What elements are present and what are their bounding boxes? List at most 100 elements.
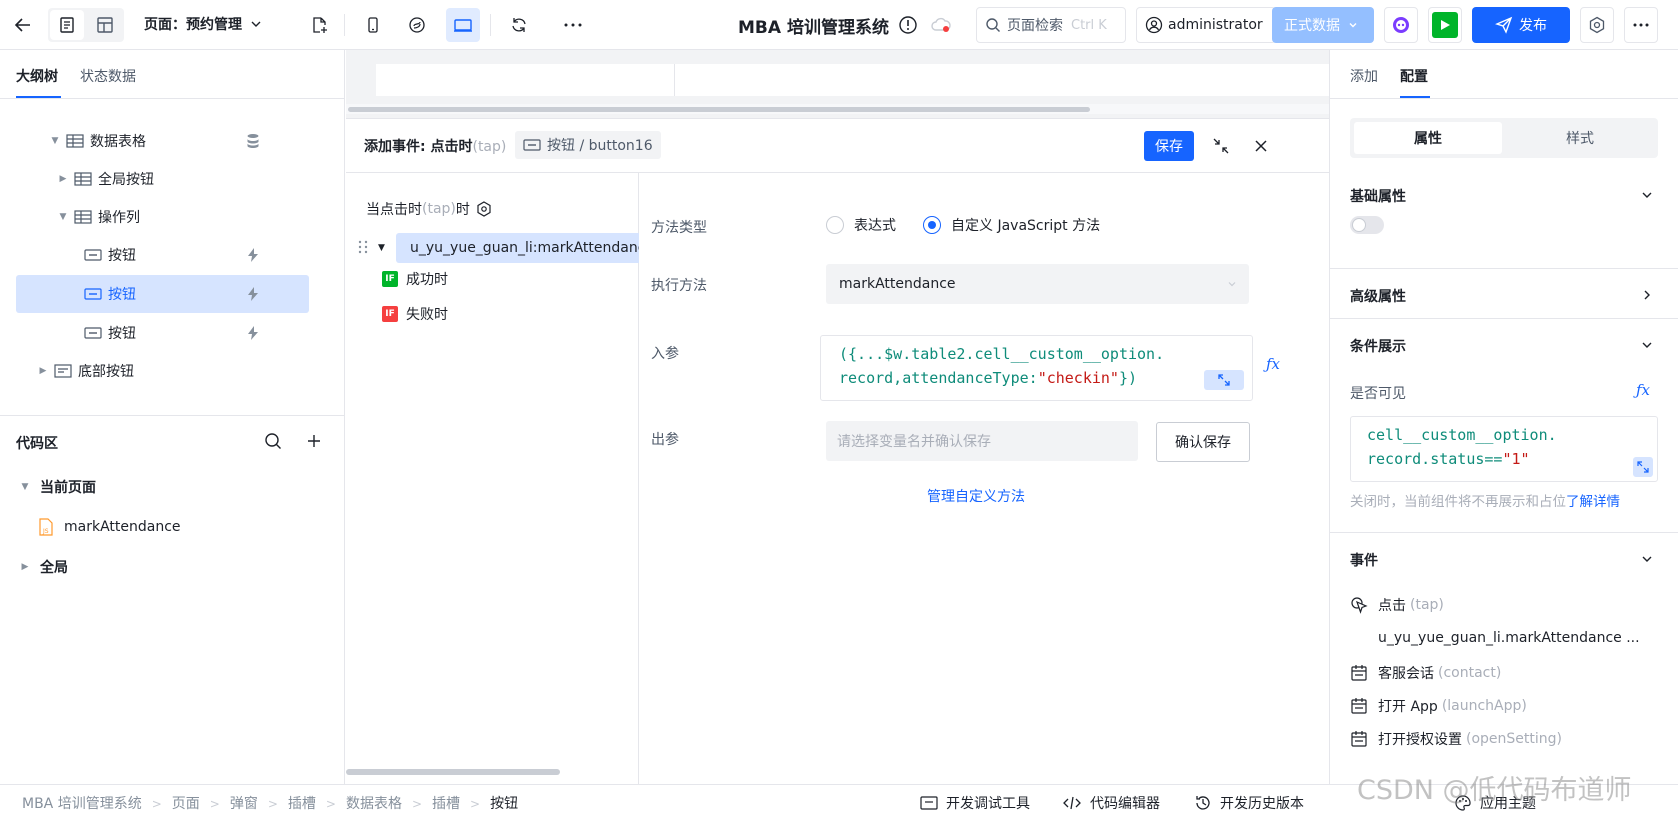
settings-icon[interactable] bbox=[476, 201, 492, 217]
confirm-save-button[interactable]: 确认保存 bbox=[1156, 422, 1250, 462]
success-branch[interactable]: IF 成功时 bbox=[382, 269, 448, 289]
fx-icon[interactable]: ƒx bbox=[1636, 381, 1650, 399]
table-icon bbox=[66, 134, 84, 148]
ai-assistant-icon[interactable] bbox=[1384, 7, 1418, 43]
outline-view-icon[interactable] bbox=[50, 10, 84, 40]
breadcrumb-item[interactable]: 数据表格 bbox=[346, 793, 402, 813]
breadcrumb-item[interactable]: MBA 培训管理系统 bbox=[22, 793, 142, 813]
action-item[interactable]: u_yu_yue_guan_li:markAttendance bbox=[396, 233, 639, 263]
history-button[interactable]: 开发历史版本 bbox=[1194, 793, 1304, 813]
add-page-icon[interactable] bbox=[302, 8, 336, 42]
close-icon[interactable] bbox=[1252, 137, 1270, 155]
visible-condition-editor[interactable]: cell__custom__option. record.status=="1" bbox=[1350, 416, 1658, 482]
radio-custom-js[interactable]: 自定义 JavaScript 方法 bbox=[923, 215, 1100, 235]
add-icon[interactable] bbox=[305, 432, 323, 450]
info-icon[interactable] bbox=[898, 15, 918, 35]
app-theme-button[interactable]: 应用主题 bbox=[1454, 793, 1536, 813]
seg-properties[interactable]: 属性 bbox=[1354, 122, 1502, 154]
event-title-code: (tap) bbox=[472, 139, 507, 155]
mobile-preview-icon[interactable] bbox=[356, 8, 390, 42]
flow-scrollbar[interactable] bbox=[346, 769, 560, 775]
publish-button[interactable]: 发布 bbox=[1472, 7, 1570, 43]
settings-icon[interactable] bbox=[1580, 7, 1614, 43]
chevron-down-icon[interactable] bbox=[1640, 552, 1654, 566]
seg-styles[interactable]: 样式 bbox=[1506, 122, 1654, 154]
back-arrow-icon[interactable] bbox=[6, 8, 40, 42]
history-icon bbox=[1194, 794, 1212, 812]
tree-node-button-3[interactable]: 按钮 bbox=[84, 314, 260, 352]
radio-off-icon bbox=[826, 216, 844, 234]
output-params-input[interactable]: 请选择变量名并确认保存 bbox=[826, 421, 1138, 461]
toggle-switch[interactable] bbox=[1350, 216, 1384, 234]
breadcrumb-item[interactable]: 插槽 bbox=[288, 793, 316, 813]
learn-more-link[interactable]: 了解详情 bbox=[1566, 494, 1620, 510]
tab-config[interactable]: 配置 bbox=[1400, 66, 1428, 86]
event-bolt-icon[interactable] bbox=[246, 286, 260, 302]
cloud-sync-icon[interactable] bbox=[930, 15, 952, 35]
expand-editor-icon[interactable] bbox=[1633, 457, 1653, 477]
tab-state-data[interactable]: 状态数据 bbox=[80, 66, 136, 86]
tree-node-data-table[interactable]: ▼ 数据表格 bbox=[50, 122, 260, 160]
basic-props-title[interactable]: 基础属性 bbox=[1350, 186, 1406, 206]
breadcrumb-item[interactable]: 页面 bbox=[172, 793, 200, 813]
event-contact[interactable]: 客服会话 (contact) bbox=[1350, 663, 1501, 683]
desktop-preview-icon[interactable] bbox=[446, 8, 480, 42]
breadcrumb-item[interactable]: 插槽 bbox=[432, 793, 460, 813]
chevron-down-icon[interactable] bbox=[1640, 338, 1654, 352]
fx-icon[interactable]: ƒx bbox=[1266, 355, 1280, 373]
run-preview-button[interactable] bbox=[1428, 7, 1462, 43]
code-file-mark-attendance[interactable]: JS markAttendance bbox=[38, 508, 181, 546]
event-bolt-icon[interactable] bbox=[246, 247, 260, 263]
env-selector[interactable]: 正式数据 bbox=[1272, 7, 1374, 43]
advanced-props-title[interactable]: 高级属性 bbox=[1350, 286, 1406, 306]
tree-node-button-1[interactable]: 按钮 bbox=[84, 236, 260, 274]
refresh-icon[interactable] bbox=[502, 8, 536, 42]
fail-branch[interactable]: IF 失败时 bbox=[382, 304, 448, 324]
code-group-current-page[interactable]: ▼ 当前页面 bbox=[20, 468, 96, 506]
divider bbox=[1330, 532, 1678, 533]
page-search-input[interactable]: 页面检索 Ctrl K bbox=[976, 7, 1126, 43]
chevron-down-icon bbox=[250, 18, 262, 30]
conditional-display-title[interactable]: 条件展示 bbox=[1350, 336, 1406, 356]
tap-action-item[interactable]: u_yu_yue_guan_li.markAttendance ... bbox=[1378, 630, 1640, 646]
code-editor-button[interactable]: 代码编辑器 bbox=[1062, 793, 1160, 813]
event-open-setting[interactable]: 打开授权设置 (openSetting) bbox=[1350, 729, 1562, 749]
tree-node-action-column[interactable]: ▼ 操作列 bbox=[58, 198, 140, 236]
radio-expression[interactable]: 表达式 bbox=[826, 215, 896, 235]
event-save-button[interactable]: 保存 bbox=[1144, 131, 1194, 161]
user-menu[interactable]: administrator bbox=[1136, 7, 1276, 43]
breadcrumb-item[interactable]: 弹窗 bbox=[230, 793, 258, 813]
caret-down-icon: ▼ bbox=[21, 482, 29, 492]
expand-editor-icon[interactable] bbox=[1204, 370, 1244, 390]
caret-down-icon[interactable]: ▼ bbox=[378, 243, 385, 253]
manage-methods-link[interactable]: 管理自定义方法 bbox=[927, 486, 1025, 506]
more-menu-icon[interactable] bbox=[1624, 7, 1658, 43]
page-selector[interactable]: 页面：预约管理 bbox=[144, 14, 262, 34]
tree-node-bottom-buttons[interactable]: ▶ 底部按钮 bbox=[38, 352, 134, 390]
event-tap[interactable]: 点击 (tap) bbox=[1350, 595, 1444, 615]
search-icon[interactable] bbox=[264, 432, 282, 450]
tree-node-global-buttons[interactable]: ▶ 全局按钮 bbox=[58, 160, 154, 198]
tree-node-button-2-selected[interactable]: 按钮 bbox=[84, 275, 260, 313]
code-group-global[interactable]: ▶ 全局 bbox=[20, 548, 68, 586]
chevron-down-icon[interactable] bbox=[1640, 188, 1654, 202]
exec-method-select[interactable]: markAttendance bbox=[826, 264, 1249, 304]
trigger-label: 当点击时 (tap) 时 bbox=[366, 199, 492, 219]
event-launch-app[interactable]: 打开 App (launchApp) bbox=[1350, 696, 1527, 716]
chevron-right-icon[interactable] bbox=[1640, 288, 1654, 302]
event-bolt-icon[interactable] bbox=[246, 325, 260, 341]
tab-outline[interactable]: 大纲树 bbox=[16, 66, 58, 86]
event-name: 打开授权设置 bbox=[1378, 732, 1462, 748]
layout-view-icon[interactable] bbox=[88, 10, 122, 40]
drag-handle-icon[interactable] bbox=[358, 239, 368, 255]
miniprogram-preview-icon[interactable] bbox=[400, 8, 434, 42]
tab-add[interactable]: 添加 bbox=[1350, 66, 1378, 86]
canvas-scrollbar[interactable] bbox=[348, 107, 1090, 112]
events-title[interactable]: 事件 bbox=[1350, 550, 1378, 570]
collapse-icon[interactable] bbox=[1212, 137, 1230, 155]
more-icon[interactable] bbox=[556, 8, 590, 42]
database-icon[interactable] bbox=[246, 133, 260, 149]
input-params-editor[interactable]: ({...$w.table2.cell__custom__option. rec… bbox=[820, 335, 1253, 401]
dev-tools-button[interactable]: 开发调试工具 bbox=[920, 793, 1030, 813]
breadcrumb-item-current[interactable]: 按钮 bbox=[490, 793, 518, 813]
